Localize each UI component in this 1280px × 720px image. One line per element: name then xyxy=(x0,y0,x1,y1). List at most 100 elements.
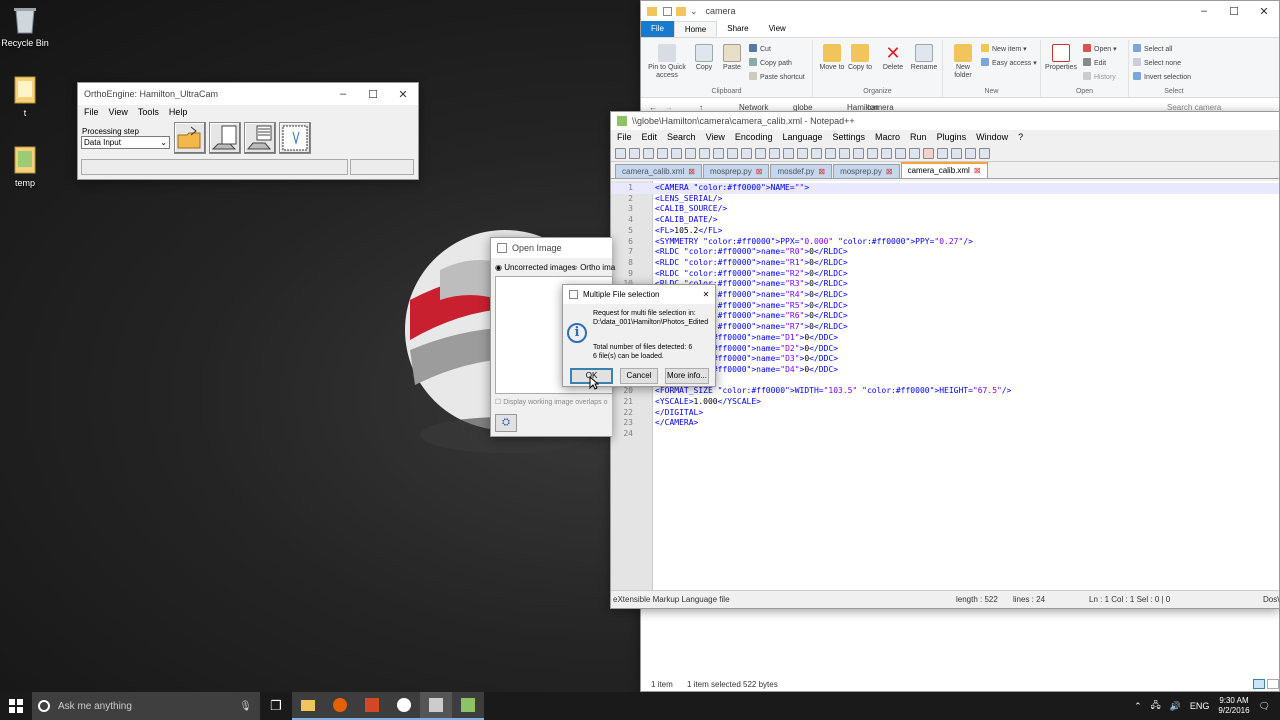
notepad-plus-plus-icon[interactable] xyxy=(452,692,484,720)
maximize-button[interactable]: ☐ xyxy=(358,88,388,101)
stop-macro-icon[interactable] xyxy=(937,147,948,159)
menu-window[interactable]: Window xyxy=(976,132,1008,143)
close-tab-icon[interactable]: ⊠ xyxy=(688,167,695,176)
cut-icon[interactable] xyxy=(713,147,724,159)
frame-tool-button[interactable] xyxy=(279,122,311,154)
new-folder-button[interactable]: New folder xyxy=(949,44,977,80)
start-windows-icon[interactable] xyxy=(0,692,32,720)
menu-tools[interactable]: Tools xyxy=(138,107,159,117)
new-item-button[interactable]: New item ▾ xyxy=(981,44,1027,53)
close-tab-icon[interactable]: ⊠ xyxy=(974,166,981,175)
new-folder-quick-icon[interactable] xyxy=(676,6,686,16)
close-button[interactable]: ✕ xyxy=(697,290,715,299)
zoom-out-icon[interactable] xyxy=(825,147,836,159)
indent-guide-icon[interactable] xyxy=(881,147,892,159)
menu-search[interactable]: Search xyxy=(667,132,696,143)
menu-view[interactable]: View xyxy=(109,107,128,117)
tab-mosprep-2[interactable]: mosprep.py ⊠ xyxy=(833,164,900,178)
quick-access-chevron-icon[interactable]: ⌄ xyxy=(690,6,698,17)
code-line[interactable]: 6 <SYMMETRY "color:#ff0000">PPX="0.000" "… xyxy=(611,237,1279,248)
find-icon[interactable] xyxy=(783,147,794,159)
easy-access-button[interactable]: Easy access ▾ xyxy=(981,58,1037,67)
processing-step-select[interactable]: Data Input ⌄ xyxy=(81,136,170,149)
menu-view[interactable]: View xyxy=(706,132,725,143)
network-icon[interactable]: 🖧 xyxy=(1151,698,1161,714)
menu-edit[interactable]: Edit xyxy=(642,132,658,143)
save-icon[interactable] xyxy=(643,147,654,159)
paste-icon[interactable] xyxy=(741,147,752,159)
history-button[interactable]: History xyxy=(1083,72,1116,81)
invert-selection-button[interactable]: Invert selection xyxy=(1133,72,1191,81)
print-icon[interactable] xyxy=(699,147,710,159)
task-view-icon[interactable]: ❐ xyxy=(260,692,292,720)
import-tool-button[interactable] xyxy=(209,122,241,154)
close-button[interactable]: ✕ xyxy=(1249,5,1279,18)
open-button[interactable]: Open ▾ xyxy=(1083,44,1117,53)
menu-file[interactable]: File xyxy=(617,132,632,143)
notifications-icon[interactable]: 🗨 xyxy=(1259,701,1270,712)
menu-encoding[interactable]: Encoding xyxy=(735,132,773,143)
tab-share[interactable]: Share xyxy=(717,21,758,37)
more-info-button[interactable]: More info... xyxy=(665,368,709,384)
desktop-file-t-icon[interactable]: t xyxy=(0,76,55,118)
record-macro-icon[interactable] xyxy=(923,147,934,159)
code-line[interactable]: 5 <FL>105.2</FL> xyxy=(611,226,1279,237)
menu-file[interactable]: File xyxy=(84,107,99,117)
word-wrap-icon[interactable] xyxy=(853,147,864,159)
minimize-button[interactable]: – xyxy=(328,88,358,100)
file-explorer-icon[interactable] xyxy=(292,692,324,720)
firefox-icon[interactable] xyxy=(324,692,356,720)
large-icons-view-icon[interactable] xyxy=(1267,679,1279,689)
function-list-icon[interactable] xyxy=(909,147,920,159)
paste-button[interactable]: Paste xyxy=(719,44,745,72)
tab-file[interactable]: File xyxy=(641,21,674,37)
pci-app-icon[interactable] xyxy=(388,692,420,720)
copy-path-button[interactable]: Copy path xyxy=(749,58,792,67)
tab-camera-calib-active[interactable]: camera_calib.xml ⊠ xyxy=(900,162,988,178)
tab-camera-calib-1[interactable]: camera_calib.xml ⊠ xyxy=(615,164,702,178)
new-file-icon[interactable] xyxy=(615,147,626,159)
delete-button[interactable]: ✕ Delete xyxy=(879,44,907,72)
save-all-icon[interactable] xyxy=(657,147,668,159)
recycle-bin-icon[interactable]: Recycle Bin xyxy=(0,6,55,48)
code-line[interactable]: 4 <CALIB_DATE/> xyxy=(611,215,1279,226)
code-line[interactable]: 9 <RLDC "color:#ff0000">name="R2">0</RLDC… xyxy=(611,269,1279,280)
powerpoint-icon[interactable] xyxy=(356,692,388,720)
menu-help[interactable]: ? xyxy=(1018,132,1023,143)
sync-scroll-icon[interactable] xyxy=(839,147,850,159)
minimize-button[interactable]: – xyxy=(1189,5,1219,17)
rename-button[interactable]: Rename xyxy=(909,44,939,72)
menu-plugins[interactable]: Plugins xyxy=(937,132,967,143)
show-hidden-icons-chevron-icon[interactable]: ⌃ xyxy=(1134,701,1142,712)
properties-quick-icon[interactable] xyxy=(663,6,672,16)
code-line[interactable]: 22 </DIGITAL> xyxy=(611,408,1279,419)
replace-icon[interactable] xyxy=(797,147,808,159)
run-macro-icon[interactable] xyxy=(965,147,976,159)
tab-home[interactable]: Home xyxy=(673,21,718,37)
undo-icon[interactable] xyxy=(755,147,766,159)
paste-shortcut-button[interactable]: Paste shortcut xyxy=(749,72,805,81)
overlaps-checkbox[interactable]: ☐ Display working image overlaps o xyxy=(495,398,608,406)
desktop-file-temp-icon[interactable]: temp xyxy=(0,146,55,188)
code-line[interactable]: 24 xyxy=(611,429,1279,440)
properties-button[interactable]: Properties xyxy=(1043,44,1079,72)
menu-run[interactable]: Run xyxy=(910,132,927,143)
open-file-icon[interactable] xyxy=(629,147,640,159)
close-tab-icon[interactable]: ⊠ xyxy=(756,167,763,176)
gcp-tool-button[interactable] xyxy=(244,122,276,154)
code-line[interactable]: 3 <CALIB_SOURCE/> xyxy=(611,204,1279,215)
code-line[interactable]: 8 <RLDC "color:#ff0000">name="R1">0</RLDC… xyxy=(611,258,1279,269)
move-to-button[interactable]: Move to xyxy=(819,44,845,72)
cancel-button[interactable]: Cancel xyxy=(620,368,658,384)
open-folder-tool-button[interactable] xyxy=(174,122,206,154)
menu-language[interactable]: Language xyxy=(782,132,822,143)
maximize-button[interactable]: ☐ xyxy=(1219,5,1249,18)
show-all-chars-icon[interactable] xyxy=(867,147,878,159)
speaker-icon[interactable]: 🔊 xyxy=(1170,701,1181,712)
close-file-icon[interactable] xyxy=(671,147,682,159)
copy-button[interactable]: Copy xyxy=(691,44,717,72)
orthoengine-taskbar-icon[interactable] xyxy=(420,692,452,720)
doc-map-icon[interactable] xyxy=(895,147,906,159)
lang-indicator[interactable]: ENG xyxy=(1190,701,1210,711)
menu-settings[interactable]: Settings xyxy=(833,132,866,143)
